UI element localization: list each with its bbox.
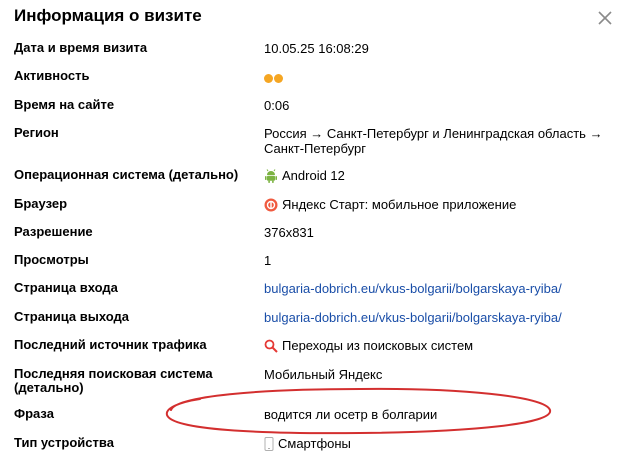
activity-dots-icon [264, 71, 620, 86]
label-device-type: Тип устройства [14, 435, 114, 450]
value-os-text: Android 12 [282, 168, 345, 183]
label-pageviews: Просмотры [14, 252, 89, 267]
label-browser: Браузер [14, 196, 68, 211]
value-traffic-source-text: Переходы из поисковых систем [282, 338, 474, 353]
label-search-engine-line1: Последняя поисковая система [14, 366, 213, 381]
visit-info-dialog: Информация о визите Дата и время визита … [0, 0, 627, 461]
android-icon [265, 169, 277, 183]
value-browser: Яндекс Старт: мобильное приложение [264, 197, 620, 212]
label-exit-page: Страница выхода [14, 309, 130, 324]
label-traffic-source: Последний источник трафика [14, 337, 207, 352]
value-region-line1: Россия → Санкт-Петербург и Ленинградская… [264, 126, 603, 141]
label-search-engine-line2: (детально) [14, 380, 84, 395]
value-pageviews: 1 [264, 253, 272, 268]
entry-page-link[interactable]: bulgaria-dobrich.eu/vkus-bolgarii/bolgar… [264, 281, 562, 296]
value-search-engine: Мобильный Яндекс [264, 367, 383, 382]
label-region: Регион [14, 125, 59, 140]
label-visit-datetime: Дата и время визита [14, 40, 148, 55]
value-resolution: 376x831 [264, 225, 314, 240]
value-region: Россия → Санкт-Петербург и Ленинградская… [264, 126, 620, 156]
search-icon [264, 339, 278, 353]
value-region-line2: Санкт-Петербург [264, 141, 366, 156]
value-traffic-source: Переходы из поисковых систем [264, 338, 620, 353]
dialog-title: Информация о визите [14, 6, 202, 25]
value-os: Android 12 [264, 168, 620, 183]
label-resolution: Разрешение [14, 224, 93, 239]
value-phrase: водится ли осетр в болгарии [264, 407, 438, 422]
value-browser-text: Яндекс Старт: мобильное приложение [282, 197, 517, 212]
yandex-start-icon [264, 198, 278, 212]
value-visit-datetime: 10.05.25 16:08:29 [264, 41, 369, 56]
label-time-on-site: Время на сайте [14, 97, 115, 112]
label-os: Операционная система (детально) [14, 167, 239, 182]
smartphone-icon [264, 437, 274, 451]
label-entry-page: Страница входа [14, 280, 118, 295]
label-phrase: Фраза [14, 406, 54, 421]
label-search-engine: Последняя поисковая система (детально) [14, 367, 250, 395]
exit-page-link[interactable]: bulgaria-dobrich.eu/vkus-bolgarii/bolgar… [264, 310, 562, 325]
value-device-type-text: Смартфоны [278, 436, 351, 451]
value-device-type: Смартфоны [264, 436, 620, 451]
value-time-on-site: 0:06 [264, 98, 290, 113]
label-activity: Активность [14, 68, 90, 83]
close-icon[interactable] [595, 8, 615, 28]
